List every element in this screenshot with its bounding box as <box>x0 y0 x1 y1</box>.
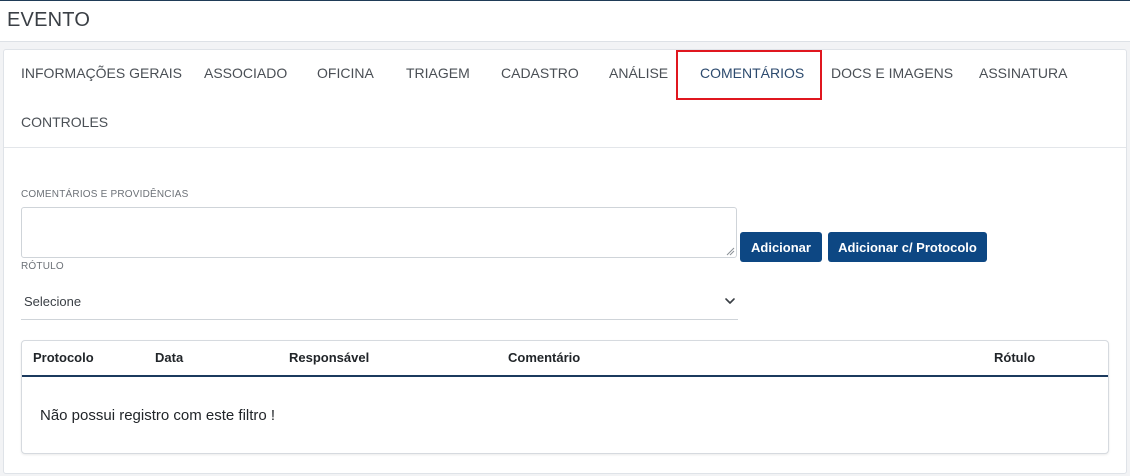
column-header-protocolo[interactable]: Protocolo <box>33 350 94 365</box>
page-title: EVENTO <box>7 9 91 31</box>
rotulo-selected-value: Selecione <box>24 294 82 309</box>
tab-assinatura[interactable]: ASSINATURA <box>979 65 1067 81</box>
tab-controles[interactable]: CONTROLES <box>21 114 108 130</box>
add-button[interactable]: Adicionar <box>740 232 822 262</box>
tab-analise[interactable]: ANÁLISE <box>609 65 668 81</box>
rotulo-select[interactable]: Selecione <box>21 286 738 320</box>
comments-textarea[interactable] <box>21 207 737 258</box>
chevron-down-icon <box>725 298 735 304</box>
tab-associado[interactable]: ASSOCIADO <box>204 65 287 81</box>
add-with-protocol-button[interactable]: Adicionar c/ Protocolo <box>828 232 987 262</box>
empty-table-message: Não possui registro com este filtro ! <box>40 407 276 424</box>
resize-grip-icon[interactable] <box>726 247 735 256</box>
column-header-comentario[interactable]: Comentário <box>508 350 580 365</box>
tab-triagem[interactable]: TRIAGEM <box>406 65 470 81</box>
tab-docs-e-imagens[interactable]: DOCS E IMAGENS <box>831 65 953 81</box>
event-card: INFORMAÇÕES GERAIS ASSOCIADO OFICINA TRI… <box>3 49 1127 474</box>
tab-bar: INFORMAÇÕES GERAIS ASSOCIADO OFICINA TRI… <box>4 50 1126 148</box>
rotulo-field-label: RÓTULO <box>21 261 64 272</box>
comments-field-label: COMENTÁRIOS E PROVIDÊNCIAS <box>21 189 189 200</box>
page-header: EVENTO <box>0 1 1130 42</box>
column-header-data[interactable]: Data <box>155 350 183 365</box>
tab-cadastro[interactable]: CADASTRO <box>501 65 579 81</box>
tab-informacoes-gerais[interactable]: INFORMAÇÕES GERAIS <box>21 65 182 81</box>
active-tab-highlight <box>676 50 822 100</box>
tab-oficina[interactable]: OFICINA <box>317 65 374 81</box>
comments-table: Protocolo Data Responsável Comentário Ró… <box>21 340 1109 454</box>
column-header-responsavel[interactable]: Responsável <box>289 350 369 365</box>
table-header: Protocolo Data Responsável Comentário Ró… <box>22 341 1108 377</box>
column-header-rotulo[interactable]: Rótulo <box>994 350 1035 365</box>
